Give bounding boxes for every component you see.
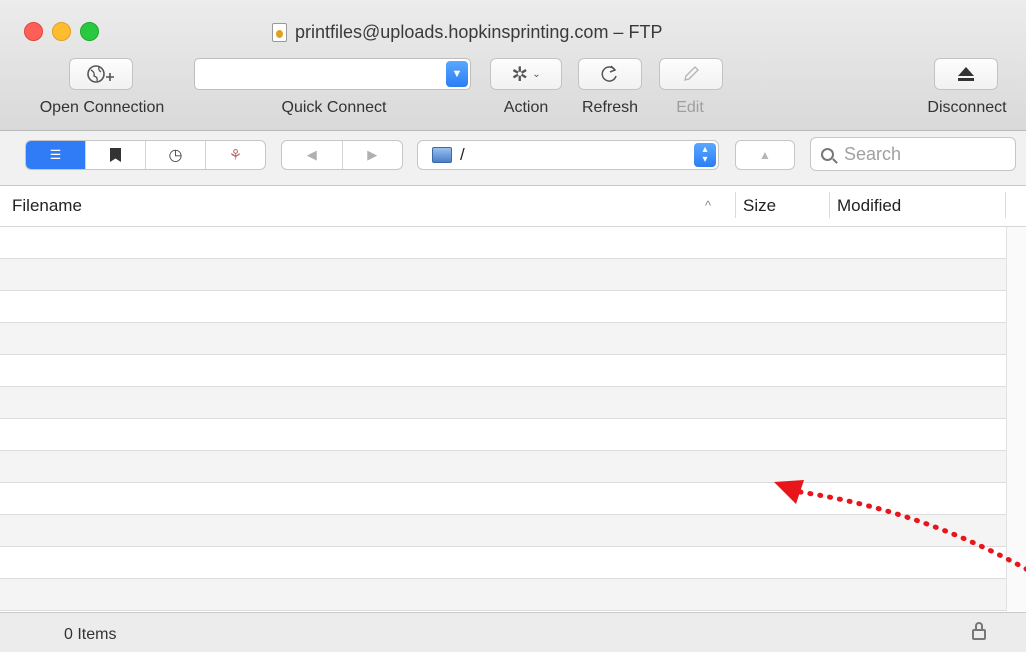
empty-row [0,259,1006,291]
search-placeholder: Search [844,143,902,164]
action-menu-button[interactable]: ✲ ⌄ [490,58,562,90]
annotation-arrow [774,480,1026,572]
eject-icon [958,67,974,81]
bonjour-icon: ⚘ [228,147,243,164]
disconnect-label: Disconnect [927,99,1007,116]
window-title-text: printfiles@uploads.hopkinsprinting.com –… [295,21,663,42]
edit-button[interactable] [659,58,723,90]
bonjour-view-tab[interactable]: ⚘ [206,141,265,169]
ftp-browser-window: printfiles@uploads.hopkinsprinting.com –… [0,0,1026,652]
open-connection-button[interactable] [69,58,133,90]
outline-list-icon: ☰ [49,147,62,162]
refresh-button[interactable] [578,58,642,90]
action-label: Action [503,99,549,116]
globe-plus-icon [87,65,114,83]
window-title: printfiles@uploads.hopkinsprinting.com –… [272,20,662,44]
forward-button[interactable]: ▶ [343,141,403,169]
empty-row [0,323,1006,355]
chevron-left-icon: ◀ [306,147,317,162]
empty-row [0,419,1006,451]
sort-ascending-icon: ^ [705,198,712,213]
pencil-icon [684,66,699,81]
parent-directory-button[interactable]: ▲ [735,140,795,170]
refresh-icon [601,65,617,82]
lock-icon[interactable] [972,622,986,640]
minimize-window-button[interactable] [52,22,71,41]
browser-bar: ☰ ◷ ⚘ ◀ ▶ / ▴ ▾ ▲ Search [0,131,1026,186]
refresh-label: Refresh [581,99,639,116]
search-field[interactable]: Search [810,137,1016,171]
path-popup[interactable]: / ▴ ▾ [417,140,719,170]
toolbar-area: printfiles@uploads.hopkinsprinting.com –… [0,0,1026,131]
triangle-up-icon: ▲ [759,148,771,162]
empty-row [0,579,1006,611]
chevron-right-icon: ▶ [367,147,378,162]
back-button[interactable]: ◀ [282,141,343,169]
window-controls [24,22,99,41]
column-size[interactable]: Size [743,196,776,216]
gear-icon: ✲ [511,63,529,86]
column-divider[interactable] [1005,192,1006,218]
browser-view-tab[interactable]: ☰ [26,141,86,169]
close-window-button[interactable] [24,22,43,41]
column-divider[interactable] [735,192,736,218]
up-down-stepper-icon: ▴ ▾ [694,143,716,167]
column-filename[interactable]: Filename [12,196,82,216]
item-count: 0 Items [64,626,117,643]
empty-row [0,227,1006,259]
quick-connect-label: Quick Connect [281,99,387,116]
clock-icon: ◷ [168,147,183,164]
history-view-tab[interactable]: ◷ [146,141,206,169]
column-divider[interactable] [829,192,830,218]
bookmark-icon [110,148,121,162]
navigation-control: ◀ ▶ [281,140,403,170]
empty-row [0,387,1006,419]
quick-connect-combobox[interactable]: ▼ [194,58,471,90]
empty-row [0,291,1006,323]
disconnect-button[interactable] [934,58,998,90]
document-icon [272,22,287,42]
empty-row [0,355,1006,387]
open-connection-label: Open Connection [39,99,165,116]
chevron-down-icon[interactable]: ▼ [446,61,468,87]
zoom-window-button[interactable] [80,22,99,41]
view-segmented-control: ☰ ◷ ⚘ [25,140,266,170]
column-modified[interactable]: Modified [837,196,901,216]
bookmarks-view-tab[interactable] [86,141,146,169]
search-icon [821,147,834,161]
chevron-down-icon: ⌄ [532,68,541,80]
status-bar: 0 Items [0,612,1026,652]
path-text: / [460,145,465,164]
edit-label: Edit [676,99,704,116]
disk-icon [432,147,452,163]
table-header: Filename ^ Size Modified [0,186,1026,227]
